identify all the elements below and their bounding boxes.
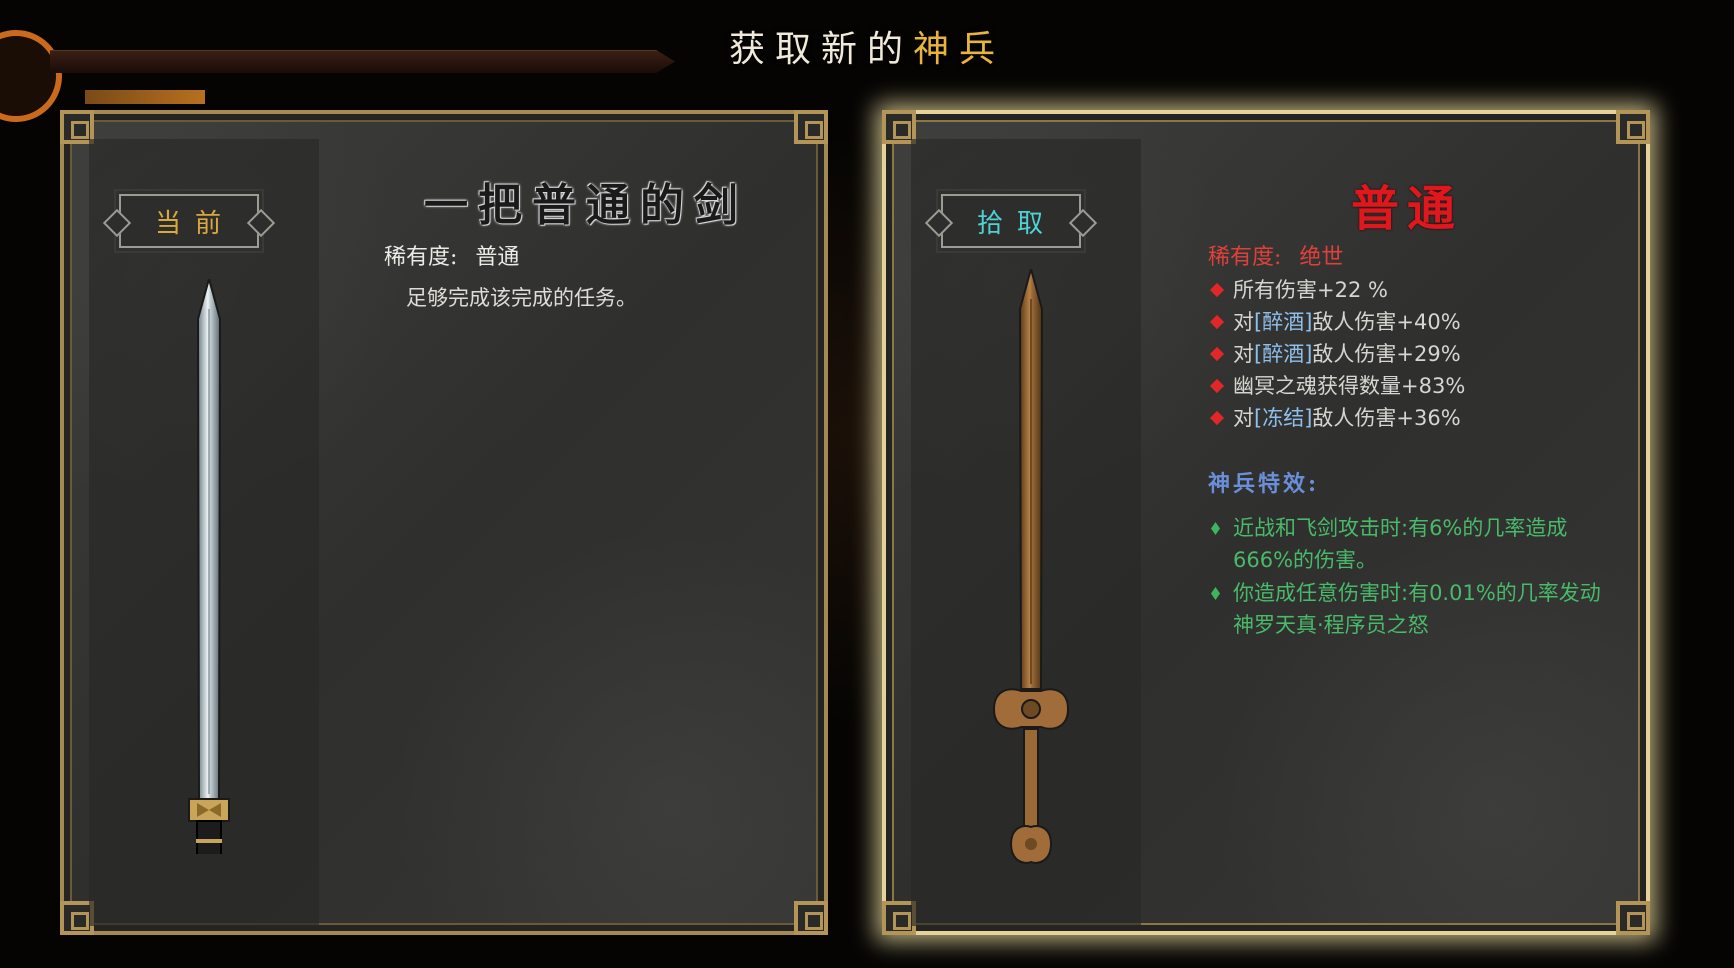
weapon-image-panel: 拾取 xyxy=(911,139,1141,926)
weapon-name: 一把普通的剑 xyxy=(424,180,748,231)
weapon-description: 足够完成该完成的任务。 xyxy=(406,286,637,310)
green-diamond-icon xyxy=(1211,522,1220,535)
stat-row: 对[醉酒]敌人伤害+29% xyxy=(1208,338,1608,370)
stat-row: 对[冻结]敌人伤害+36% xyxy=(1208,402,1608,434)
bronze-sword-icon xyxy=(986,265,1070,864)
red-diamond-icon xyxy=(1209,314,1225,330)
rarity-line: 稀有度: 绝世 xyxy=(1208,239,1343,271)
green-diamond-icon xyxy=(1211,587,1220,600)
red-diamond-icon xyxy=(1209,346,1225,362)
stat-row: 对[醉酒]敌人伤害+40% xyxy=(1208,306,1608,338)
page-title: 获取新的神兵 xyxy=(0,20,1734,72)
special-effects-list: 近战和飞剑攻击时:有6%的几率造成666%的伤害。 你造成任意伤害时:有0.01… xyxy=(1208,512,1608,642)
game-screen: 获取新的神兵 当前 一把普通的剑 稀有度: 普通 足够完成该完成的任务。 拾取 … xyxy=(0,0,1734,968)
frame-corner-ornament xyxy=(794,110,828,144)
rarity-label: 稀有度: xyxy=(384,245,458,270)
rarity-label: 稀有度: xyxy=(1208,245,1282,270)
frame-corner-ornament xyxy=(794,901,828,935)
page-title-prefix: 获取新的 xyxy=(728,29,913,70)
frame-corner-ornament xyxy=(1616,110,1650,144)
rarity-value: 普通 xyxy=(475,245,520,270)
red-diamond-icon xyxy=(1209,378,1225,394)
rarity-line: 稀有度: 普通 xyxy=(384,239,519,271)
current-weapon-card[interactable]: 当前 一把普通的剑 稀有度: 普通 足够完成该完成的任务。 xyxy=(60,110,828,942)
steel-sword-icon xyxy=(169,275,249,942)
energy-bar xyxy=(85,90,205,104)
weapon-name: 普通 xyxy=(1351,181,1464,237)
pickup-badge: 拾取 xyxy=(936,189,1086,253)
stat-row: 幽冥之魂获得数量+83% xyxy=(1208,370,1608,402)
red-diamond-icon xyxy=(1209,410,1225,426)
effect-item: 你造成任意伤害时:有0.01%的几率发动神罗天真·程序员之怒 xyxy=(1208,577,1608,641)
current-badge: 当前 xyxy=(114,189,264,253)
pickup-weapon-card[interactable]: 拾取 普通 稀有度: 绝世 所有伤害+22 % 对[醉酒]敌人伤害+40% 对[… xyxy=(882,110,1650,935)
stat-row: 所有伤害+22 % xyxy=(1208,274,1608,306)
page-title-accent: 神兵 xyxy=(913,29,1006,70)
special-effects-title: 神兵特效: xyxy=(1208,471,1320,497)
weapon-image-panel: 当前 xyxy=(89,139,319,942)
weapon-stats-list: 所有伤害+22 % 对[醉酒]敌人伤害+40% 对[醉酒]敌人伤害+29% 幽冥… xyxy=(1208,274,1608,434)
red-diamond-icon xyxy=(1209,282,1225,298)
frame-corner-ornament xyxy=(1616,901,1650,935)
rarity-value: 绝世 xyxy=(1299,245,1344,270)
effect-item: 近战和飞剑攻击时:有6%的几率造成666%的伤害。 xyxy=(1208,512,1608,576)
